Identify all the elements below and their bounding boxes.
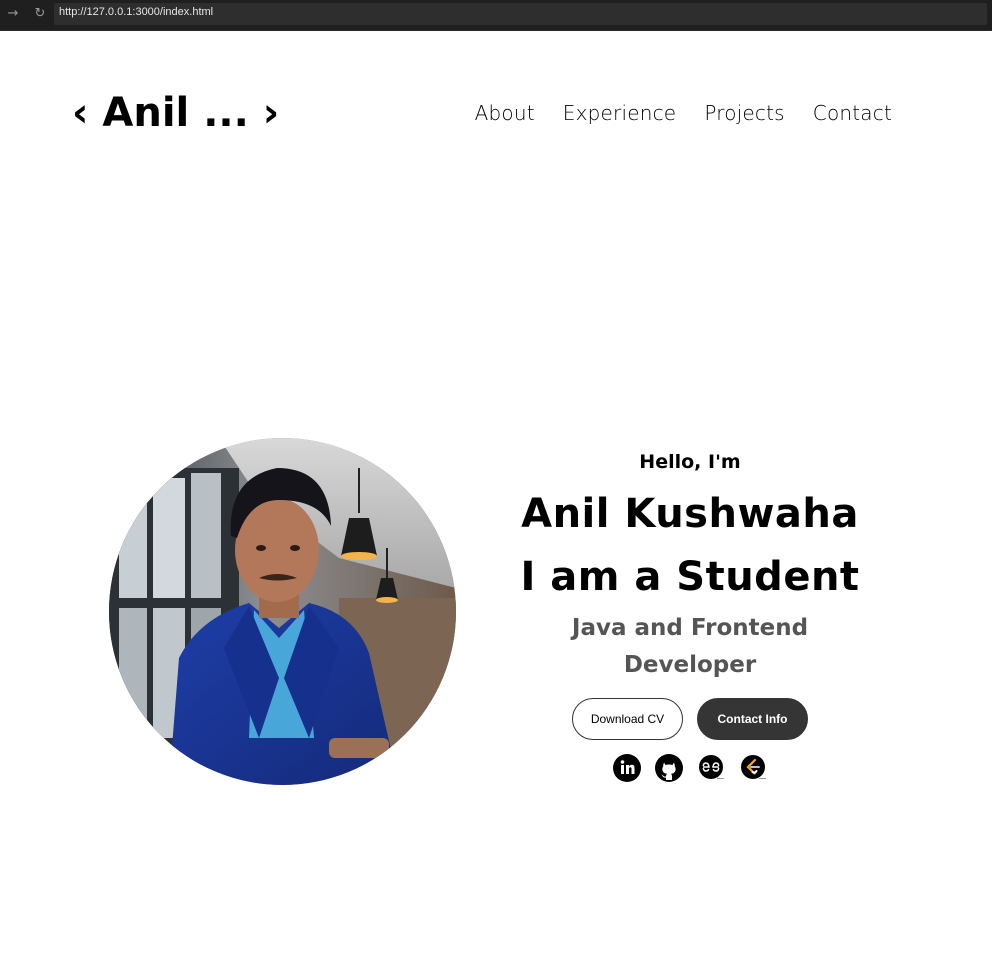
site-logo[interactable]: ‹ Anil ... › (72, 88, 279, 138)
geeksforgeeks-icon[interactable] (697, 754, 725, 782)
nav-link-contact[interactable]: Contact (813, 98, 892, 128)
linkedin-icon[interactable] (613, 754, 641, 782)
hero-greeting: Hello, I'm (639, 451, 741, 473)
hero-name: Anil Kushwaha (521, 491, 859, 537)
profile-photo (109, 438, 456, 785)
nav-link-projects[interactable]: Projects (704, 98, 784, 128)
nav-link-about[interactable]: About (475, 98, 535, 128)
social-links (490, 754, 890, 782)
hero-role: I am a Student (520, 554, 860, 600)
hero-section: Hello, I'm Anil Kushwaha I am a Student … (490, 440, 890, 782)
contact-info-button[interactable]: Contact Info (697, 698, 808, 740)
nav-link-experience[interactable]: Experience (563, 98, 677, 128)
leetcode-icon[interactable] (739, 754, 767, 782)
hero-buttons: Download CV Contact Info (490, 698, 890, 740)
hero-subtitle: Java and Frontend Developer (571, 615, 809, 678)
main-nav: About Experience Projects Contact (475, 98, 892, 128)
arrow-right-icon[interactable]: → (4, 5, 22, 23)
reload-icon[interactable]: ↻ (31, 5, 49, 23)
url-text: http://127.0.0.1:3000/index.html (59, 6, 214, 18)
github-icon[interactable] (655, 754, 683, 782)
download-cv-button[interactable]: Download CV (572, 698, 683, 740)
browser-toolbar: → ↻ http://127.0.0.1:3000/index.html (0, 0, 992, 31)
address-bar[interactable]: http://127.0.0.1:3000/index.html (54, 3, 987, 25)
